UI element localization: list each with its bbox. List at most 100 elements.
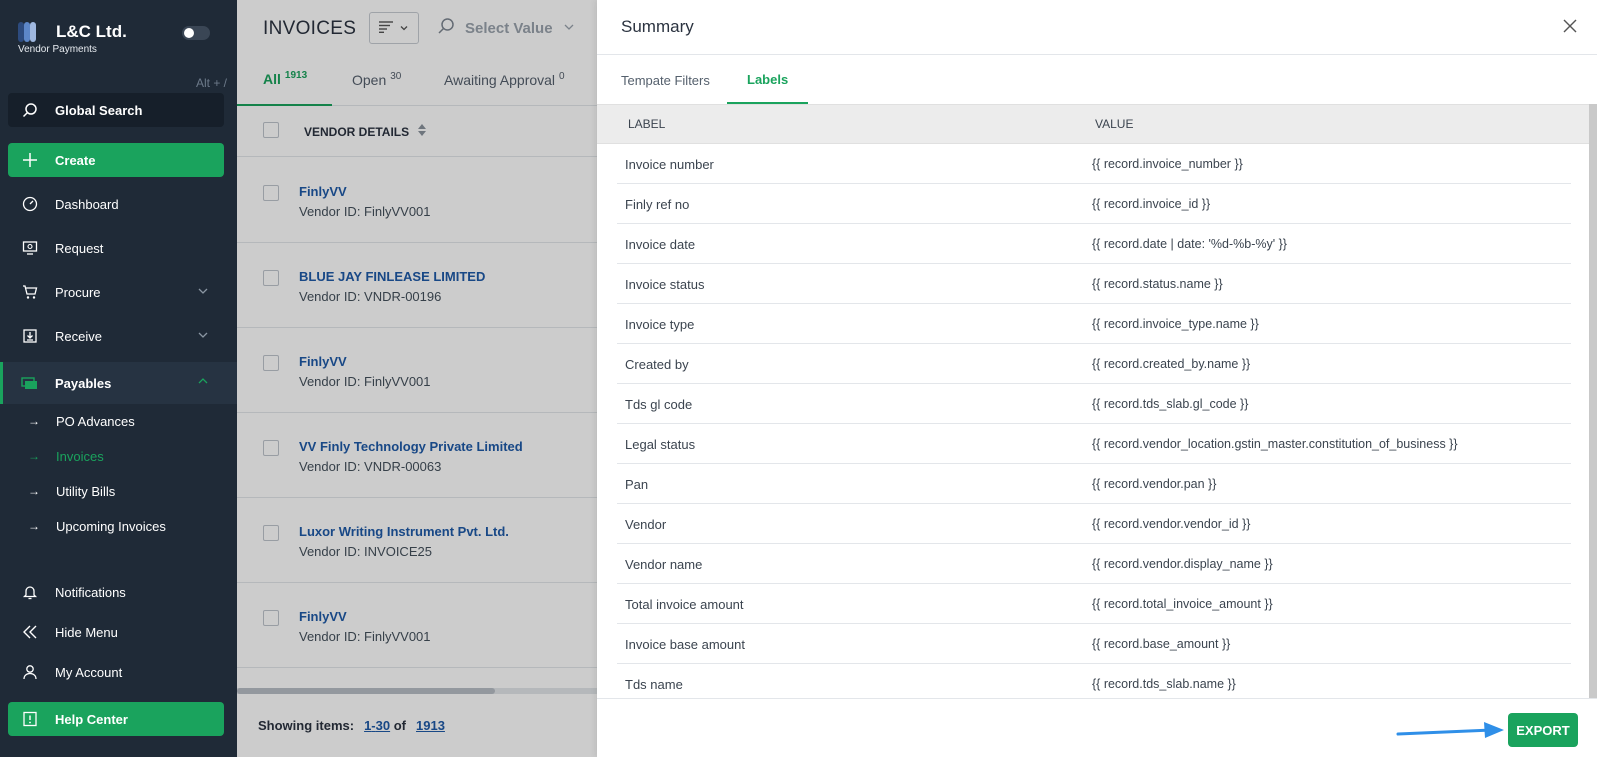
table-row: Pan {{ record.vendor.pan }} [617, 464, 1571, 504]
table-row: Invoice status {{ record.status.name }} [617, 264, 1571, 304]
table-row: Vendor name {{ record.vendor.display_name… [617, 544, 1571, 584]
help-center-button[interactable]: Help Center [8, 702, 224, 736]
close-icon[interactable] [1561, 17, 1579, 35]
brand-title: L&C Ltd. [56, 22, 127, 41]
row-value: {{ record.invoice_id }} [1092, 197, 1211, 211]
row-label: Legal status [625, 437, 696, 452]
row-label: Finly ref no [625, 197, 690, 212]
column-header-label: LABEL [628, 117, 666, 131]
table-row: Legal status {{ record.vendor_location.gs… [617, 424, 1571, 464]
table-row: Invoice type {{ record.invoice_type.name … [617, 304, 1571, 344]
chevron-down-icon [197, 285, 209, 300]
row-value: {{ record.base_amount }} [1092, 637, 1231, 651]
row-label: Invoice date [625, 237, 696, 252]
summary-panel: Summary Tempate Filters Labels LABEL VAL… [597, 0, 1597, 757]
plus-icon [20, 150, 40, 170]
search-icon [20, 100, 40, 120]
arrow-right-icon: → [28, 484, 40, 498]
tab-labels[interactable]: Labels [727, 56, 809, 104]
global-search-label: Global Search [55, 102, 143, 118]
sidebar-item-hide-menu[interactable]: Hide Menu [0, 612, 237, 652]
scrollbar-thumb[interactable] [1589, 104, 1597, 698]
table-row: Created by {{ record.created_by.name }} [617, 344, 1571, 384]
tab-label: Labels [747, 71, 789, 87]
row-value: {{ record.vendor_location.gstin_master.c… [1092, 437, 1458, 451]
chevron-down-icon [197, 329, 209, 344]
sidebar-subitem-invoices[interactable]: → Invoices [0, 441, 237, 471]
gauge-icon [20, 194, 40, 214]
row-value: {{ record.vendor.display_name }} [1092, 557, 1273, 571]
row-label: Vendor [625, 517, 667, 532]
create-button[interactable]: Create [8, 143, 224, 177]
table-row: Invoice base amount {{ record.base_amount… [617, 624, 1571, 664]
table-row: Invoice date {{ record.date | date: '%d-%… [617, 224, 1571, 264]
money-icon [20, 373, 40, 393]
sidebar-subitem-label: Invoices [56, 448, 104, 464]
sidebar-item-receive[interactable]: Receive [0, 316, 237, 356]
sidebar-subitem-upcoming-invoices[interactable]: → Upcoming Invoices [0, 511, 237, 541]
column-header-value: VALUE [1095, 117, 1134, 131]
table-row: Vendor {{ record.vendor.vendor_id }} [617, 504, 1571, 544]
arrow-right-icon: → [28, 519, 40, 533]
vertical-scrollbar[interactable] [1589, 104, 1597, 698]
divider [597, 54, 1597, 55]
modal-backdrop[interactable] [237, 0, 597, 757]
shortcut-hint: Alt + / [195, 76, 227, 90]
labels-table-header: LABEL VALUE [597, 104, 1589, 144]
table-row: Finly ref no {{ record.invoice_id }} [617, 184, 1571, 224]
row-value: {{ record.vendor.pan }} [1092, 477, 1217, 491]
row-value: {{ record.status.name }} [1092, 277, 1223, 291]
sidebar-subitem-utility-bills[interactable]: → Utility Bills [0, 476, 237, 506]
help-center-row: Help Center [8, 699, 224, 739]
cart-icon [20, 282, 40, 302]
row-label: Tds name [625, 677, 683, 692]
help-icon [20, 709, 40, 729]
help-center-label: Help Center [55, 711, 128, 727]
sidebar-item-my-account[interactable]: My Account [0, 652, 237, 692]
receive-icon [20, 326, 40, 346]
panel-title: Summary [621, 17, 694, 36]
row-value: {{ record.total_invoice_amount }} [1092, 597, 1273, 611]
sidebar-item-label: Receive [55, 328, 102, 344]
sidebar-item-label: Request [55, 240, 104, 256]
sidebar-item-label: Hide Menu [55, 624, 118, 640]
sidebar-item-notifications[interactable]: Notifications [0, 572, 237, 612]
row-label: Invoice base amount [625, 637, 745, 652]
panel-footer: EXPORT [597, 698, 1597, 757]
export-button[interactable]: EXPORT [1508, 713, 1578, 747]
theme-toggle[interactable] [182, 26, 210, 40]
sidebar-item-label: Dashboard [55, 196, 119, 212]
sidebar-item-label: Payables [55, 375, 112, 391]
table-row: Invoice number {{ record.invoice_number }… [617, 144, 1571, 184]
sidebar-item-label: Procure [55, 284, 101, 300]
row-label: Invoice number [625, 157, 714, 172]
sidebar-item-label: My Account [55, 664, 123, 680]
sidebar-item-dashboard[interactable]: Dashboard [0, 184, 237, 224]
brand-subtitle: Vendor Payments [18, 44, 97, 55]
sidebar-subitem-label: PO Advances [56, 413, 135, 429]
user-icon [20, 662, 40, 682]
global-search-button[interactable]: Global Search [8, 93, 224, 127]
tab-label: Tempate Filters [621, 72, 710, 88]
table-row: Total invoice amount {{ record.total_invo… [617, 584, 1571, 624]
row-label: Vendor name [625, 557, 703, 572]
sidebar-subitem-po-advances[interactable]: → PO Advances [0, 406, 237, 436]
row-value: {{ record.tds_slab.gl_code }} [1092, 397, 1249, 411]
sidebar-item-payables[interactable]: Payables [0, 362, 237, 404]
row-label: Invoice status [625, 277, 705, 292]
sidebar-item-procure[interactable]: Procure [0, 272, 237, 312]
bell-icon [20, 582, 40, 602]
row-value: {{ record.invoice_number }} [1092, 157, 1243, 171]
table-row: Tds gl code {{ record.tds_slab.gl_code }} [617, 384, 1571, 424]
sidebar-item-label: Notifications [55, 584, 126, 600]
create-row: Create [8, 140, 224, 180]
request-icon [20, 238, 40, 258]
sidebar-item-request[interactable]: Request [0, 228, 237, 268]
sidebar: L&C Ltd. Vendor Payments Alt + / Global … [0, 0, 237, 757]
create-label: Create [55, 152, 96, 168]
row-label: Tds gl code [625, 397, 693, 412]
double-chevron-left-icon [20, 622, 40, 642]
row-label: Pan [625, 477, 649, 492]
annotation-arrow-icon [1396, 722, 1504, 738]
tab-template-filters[interactable]: Tempate Filters [618, 56, 713, 104]
